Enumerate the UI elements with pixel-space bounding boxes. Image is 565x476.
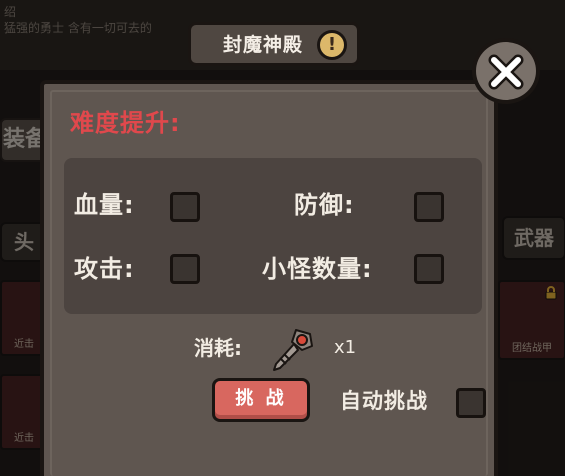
info-button[interactable]: ! (317, 30, 347, 60)
cost-label: 消耗: (194, 336, 242, 360)
difficulty-options-panel: 血量: 防御: 攻击: 小怪数量: (64, 158, 482, 314)
temple-dialog: 难度提升: 血量: 防御: 攻击: 小怪数量: 消耗: x1 挑 战 自动挑战 (40, 80, 498, 476)
auto-challenge-checkbox[interactable] (456, 388, 486, 418)
challenge-button-label: 挑 战 (235, 388, 287, 409)
hp-label: 血量: (74, 191, 135, 219)
minion-count-checkbox[interactable] (414, 254, 444, 284)
auto-challenge-label: 自动挑战 (340, 389, 428, 413)
hp-checkbox[interactable] (170, 192, 200, 222)
info-icon: ! (327, 34, 337, 55)
close-icon (488, 54, 524, 90)
game-screen: 绍 猛强的勇士 含有一切可去的 装备 头 武器 近击 近击 团结战甲 难度提升:… (0, 0, 565, 476)
attack-checkbox[interactable] (170, 254, 200, 284)
challenge-button[interactable]: 挑 战 (212, 378, 310, 422)
defense-checkbox[interactable] (414, 192, 444, 222)
cost-quantity: x1 (334, 337, 357, 358)
attack-label: 攻击: (74, 255, 135, 283)
close-button[interactable] (472, 38, 540, 104)
minion-count-label: 小怪数量: (262, 255, 373, 283)
key-icon (273, 329, 313, 371)
difficulty-heading: 难度提升: (70, 109, 181, 137)
dialog-title-banner: 封魔神殿 ! (188, 22, 360, 66)
defense-label: 防御: (294, 191, 355, 219)
dialog-title: 封魔神殿 (223, 34, 304, 56)
